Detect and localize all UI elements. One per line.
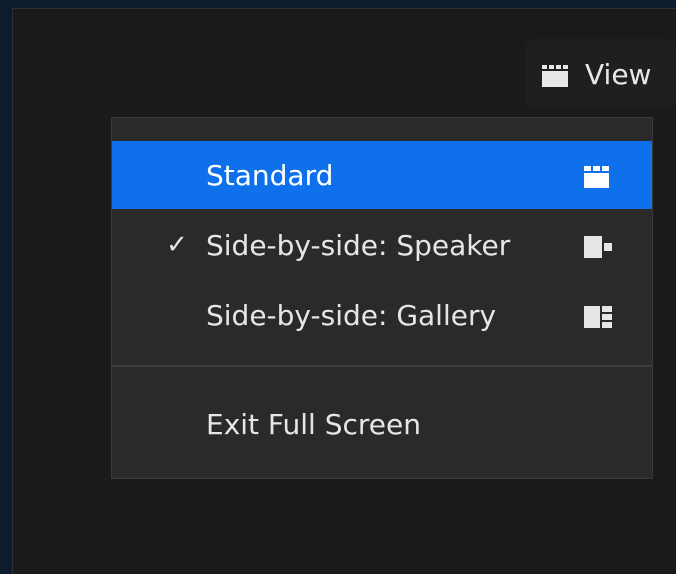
menu-item-standard[interactable]: Standard [112, 141, 652, 209]
menu-item-label: Standard [206, 158, 334, 192]
menu-item-label: Side-by-side: Speaker [206, 228, 511, 262]
menu-item-side-by-side-speaker[interactable]: ✓ Side-by-side: Speaker [112, 211, 652, 279]
speaker-layout-icon [580, 233, 620, 258]
menu-item-label: Exit Full Screen [206, 407, 421, 441]
gallery-grid-icon [541, 62, 571, 87]
menu-divider [112, 365, 652, 367]
menu-item-label: Side-by-side: Gallery [206, 298, 497, 332]
menu-item-side-by-side-gallery[interactable]: Side-by-side: Gallery [112, 281, 652, 349]
checkmark-icon: ✓ [166, 230, 188, 260]
gallery-grid-icon [580, 163, 620, 188]
menu-item-exit-full-screen[interactable]: Exit Full Screen [112, 390, 652, 458]
view-button[interactable]: View [525, 39, 676, 109]
gallery-layout-icon [580, 303, 620, 328]
meeting-window: View Standard ✓ Side-by-side: Speaker Si… [12, 8, 676, 574]
view-menu: Standard ✓ Side-by-side: Speaker Side-by… [111, 117, 653, 479]
view-button-label: View [585, 57, 652, 91]
